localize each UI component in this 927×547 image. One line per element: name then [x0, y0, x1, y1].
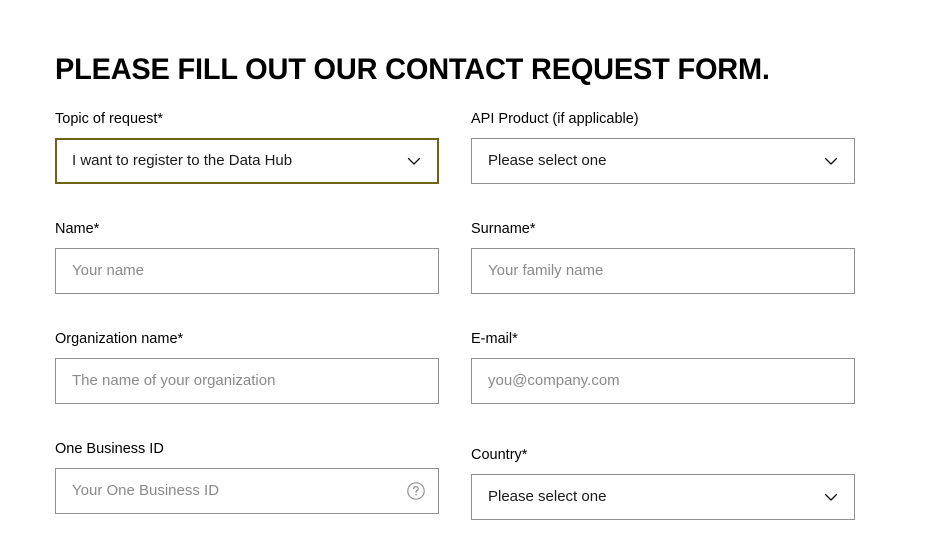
topic-of-request-value: I want to register to the Data Hub — [72, 152, 293, 169]
field-organization-name: Organization name* The name of your orga… — [55, 330, 439, 404]
page-title: PLEASE FILL OUT OUR CONTACT REQUEST FORM… — [55, 53, 770, 87]
label-topic-of-request: Topic of request* — [55, 111, 164, 127]
country-value: Please select one — [488, 488, 607, 505]
name-input-placeholder: Your name — [72, 262, 144, 279]
field-topic-of-request: Topic of request* I want to register to … — [55, 110, 439, 184]
help-circle-icon[interactable] — [406, 481, 426, 501]
field-country: Country* Please select one — [471, 446, 855, 520]
chevron-down-icon — [405, 152, 423, 170]
field-email: E-mail* you@company.com — [471, 330, 855, 404]
topic-of-request-select[interactable]: I want to register to the Data Hub — [55, 138, 439, 184]
surname-input-placeholder: Your family name — [488, 262, 604, 279]
label-name: Name* — [55, 221, 100, 237]
surname-input-wrapper[interactable]: Your family name — [471, 248, 855, 294]
organization-name-input-placeholder: The name of your organization — [72, 372, 276, 389]
chevron-down-icon — [822, 488, 840, 506]
label-one-business-id: One Business ID — [55, 441, 164, 457]
country-select[interactable]: Please select one — [471, 474, 855, 520]
field-name: Name* Your name — [55, 220, 439, 294]
label-email: E-mail* — [471, 331, 518, 347]
email-input-wrapper[interactable]: you@company.com — [471, 358, 855, 404]
contact-request-form-page: PLEASE FILL OUT OUR CONTACT REQUEST FORM… — [0, 0, 927, 547]
field-one-business-id: One Business ID Your One Business ID — [55, 440, 439, 514]
label-organization-name: Organization name* — [55, 331, 184, 347]
field-api-product: API Product (if applicable) Please selec… — [471, 110, 855, 184]
label-api-product: API Product (if applicable) — [471, 111, 639, 127]
label-country: Country* — [471, 447, 528, 463]
one-business-id-input-placeholder: Your One Business ID — [72, 482, 220, 499]
chevron-down-icon — [822, 152, 840, 170]
field-surname: Surname* Your family name — [471, 220, 855, 294]
email-input-placeholder: you@company.com — [488, 372, 620, 389]
name-input-wrapper[interactable]: Your name — [55, 248, 439, 294]
organization-name-input-wrapper[interactable]: The name of your organization — [55, 358, 439, 404]
api-product-value: Please select one — [488, 152, 607, 169]
label-surname: Surname* — [471, 221, 536, 237]
api-product-select[interactable]: Please select one — [471, 138, 855, 184]
one-business-id-input-wrapper[interactable]: Your One Business ID — [55, 468, 439, 514]
